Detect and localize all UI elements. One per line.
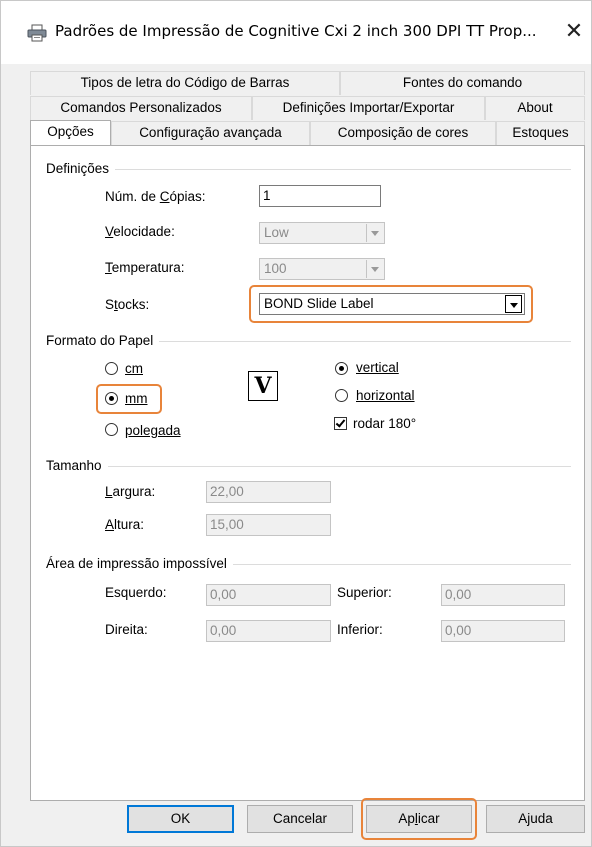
temperature-label: Temperatura: — [105, 260, 185, 275]
orientation-horizontal-label[interactable]: horizontal — [356, 388, 415, 403]
unit-cm-radio[interactable] — [105, 362, 118, 375]
help-button[interactable]: Ajuda — [486, 805, 585, 833]
copies-label: Núm. de Cópias: — [105, 189, 206, 204]
bottom-margin-input: 0,00 — [441, 620, 565, 642]
chevron-down-icon — [366, 224, 383, 242]
printing-preferences-dialog: Padrões de Impressão de Cognitive Cxi 2 … — [0, 0, 592, 847]
ok-button[interactable]: OK — [127, 805, 234, 833]
top-margin-label: Superior: — [337, 585, 392, 600]
chevron-down-icon — [366, 260, 383, 278]
height-label: Altura: — [105, 517, 145, 532]
tab-barcode-fonts[interactable]: Tipos de letra do Código de Barras — [30, 71, 340, 95]
left-margin-input: 0,00 — [206, 584, 331, 606]
width-input: 22,00 — [206, 481, 331, 503]
orientation-horizontal-radio[interactable] — [335, 389, 348, 402]
top-margin-input: 0,00 — [441, 584, 565, 606]
window-title: Padrões de Impressão de Cognitive Cxi 2 … — [55, 22, 537, 40]
height-input: 15,00 — [206, 514, 331, 536]
speed-select: Low — [259, 222, 385, 244]
tab-color-composition[interactable]: Composição de cores — [310, 121, 496, 145]
check-icon — [335, 417, 346, 428]
tab-custom-commands[interactable]: Comandos Personalizados — [30, 96, 252, 120]
speed-label: Velocidade: — [105, 224, 175, 239]
rotate-180-checkbox[interactable] — [334, 417, 347, 430]
orientation-preview-icon: V — [248, 371, 278, 401]
tab-advanced-setup[interactable]: Configuração avançada — [111, 121, 310, 145]
orientation-vertical-label[interactable]: vertical — [356, 360, 399, 375]
tab-import-export[interactable]: Definições Importar/Exportar — [252, 96, 485, 120]
stocks-label: Stocks: — [105, 297, 150, 312]
copies-input[interactable]: 1 — [259, 185, 381, 207]
cancel-button[interactable]: Cancelar — [247, 805, 353, 833]
size-group-label: Tamanho — [46, 458, 108, 473]
width-label: Largura: — [105, 484, 156, 499]
close-icon[interactable]: ✕ — [557, 15, 591, 49]
unit-mm-label[interactable]: mm — [125, 391, 148, 406]
title-bar: Padrões de Impressão de Cognitive Cxi 2 … — [1, 1, 591, 64]
temperature-value: 100 — [264, 261, 287, 276]
right-margin-input: 0,00 — [206, 620, 331, 642]
speed-value: Low — [264, 225, 289, 240]
settings-group-label: Definições — [46, 161, 116, 176]
stocks-select[interactable]: BOND Slide Label — [259, 293, 525, 315]
tab-stocks[interactable]: Estoques — [496, 121, 585, 145]
tab-options[interactable]: Opções — [30, 120, 111, 145]
tab-about[interactable]: About — [485, 96, 585, 120]
rotate-180-label[interactable]: rodar 180° — [353, 416, 416, 431]
tab-command-fonts[interactable]: Fontes do comando — [340, 71, 585, 95]
temperature-select: 100 — [259, 258, 385, 280]
size-group-line — [46, 466, 571, 467]
chevron-down-icon[interactable] — [505, 295, 522, 313]
unprintable-group-label: Área de impressão impossível — [46, 556, 233, 571]
right-margin-label: Direita: — [105, 622, 148, 637]
unit-inch-radio[interactable] — [105, 423, 118, 436]
printer-icon — [27, 24, 47, 42]
stocks-value: BOND Slide Label — [264, 296, 374, 311]
bottom-margin-label: Inferior: — [337, 622, 383, 637]
settings-group-line — [46, 169, 571, 170]
orientation-vertical-radio[interactable] — [335, 362, 348, 375]
paper-format-group-label: Formato do Papel — [46, 333, 160, 348]
left-margin-label: Esquerdo: — [105, 585, 167, 600]
unit-mm-radio[interactable] — [105, 392, 118, 405]
apply-button[interactable]: Aplicar — [366, 805, 472, 833]
unit-inch-label[interactable]: polegada — [125, 423, 181, 438]
unit-cm-label[interactable]: cm — [125, 361, 143, 376]
